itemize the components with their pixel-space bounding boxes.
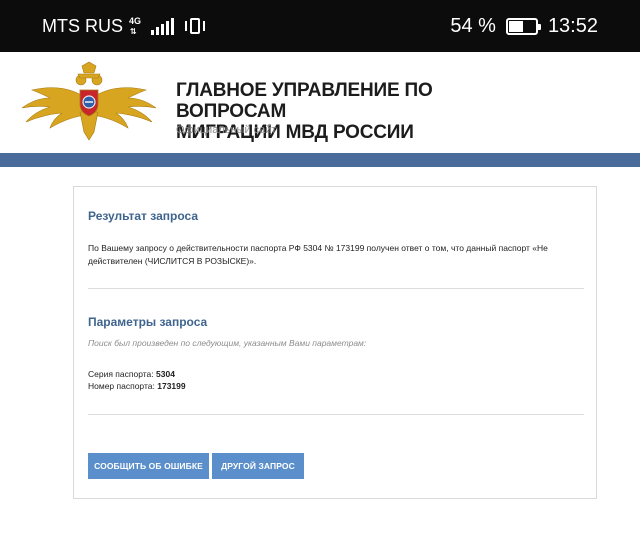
- param-series-value: 5304: [156, 369, 175, 379]
- carrier-name: MTS RUS: [42, 15, 123, 36]
- network-type-icon: 4G ⇅: [129, 15, 145, 37]
- signal-strength-icon: [151, 17, 174, 35]
- header-divider-band: [0, 153, 640, 167]
- result-title: Результат запроса: [88, 209, 198, 223]
- param-number: Номер паспорта: 173199: [88, 381, 186, 391]
- divider: [88, 414, 584, 415]
- result-text: По Вашему запросу о действительности пас…: [88, 243, 548, 266]
- vibrate-mode-icon: [184, 16, 206, 36]
- param-number-label: Номер паспорта:: [88, 381, 155, 391]
- site-header: ГЛАВНОЕ УПРАВЛЕНИЕ ПО ВОПРОСАМ МИГРАЦИИ …: [0, 52, 640, 153]
- clock: 13:52: [547, 14, 598, 37]
- report-error-button[interactable]: СООБЩИТЬ ОБ ОШИБКЕ: [88, 453, 209, 479]
- another-request-button[interactable]: ДРУГОЙ ЗАПРОС: [212, 453, 304, 479]
- battery-icon: [505, 17, 541, 35]
- params-title: Параметры запроса: [88, 315, 208, 329]
- network-type: 4G: [129, 16, 142, 26]
- mvd-emblem-icon[interactable]: [18, 60, 160, 144]
- status-right: 54 % 13:52: [450, 15, 598, 38]
- param-series: Серия паспорта: 5304: [88, 369, 175, 379]
- params-note: Поиск был произведен по следующим, указа…: [88, 338, 367, 348]
- org-subtitle: Официальный сайт: [176, 124, 277, 136]
- status-bar: MTS RUS 4G ⇅ 54 % 13:52: [0, 0, 640, 52]
- result-card: Результат запроса По Вашему запросу о де…: [73, 186, 597, 499]
- param-series-label: Серия паспорта:: [88, 369, 154, 379]
- status-left: MTS RUS 4G ⇅: [42, 15, 206, 37]
- divider: [88, 288, 584, 289]
- param-number-value: 173199: [157, 381, 186, 391]
- battery-percent: 54 %: [450, 14, 496, 37]
- org-title-line1: ГЛАВНОЕ УПРАВЛЕНИЕ ПО ВОПРОСАМ: [176, 80, 433, 122]
- data-arrows-icon: ⇅: [130, 27, 137, 36]
